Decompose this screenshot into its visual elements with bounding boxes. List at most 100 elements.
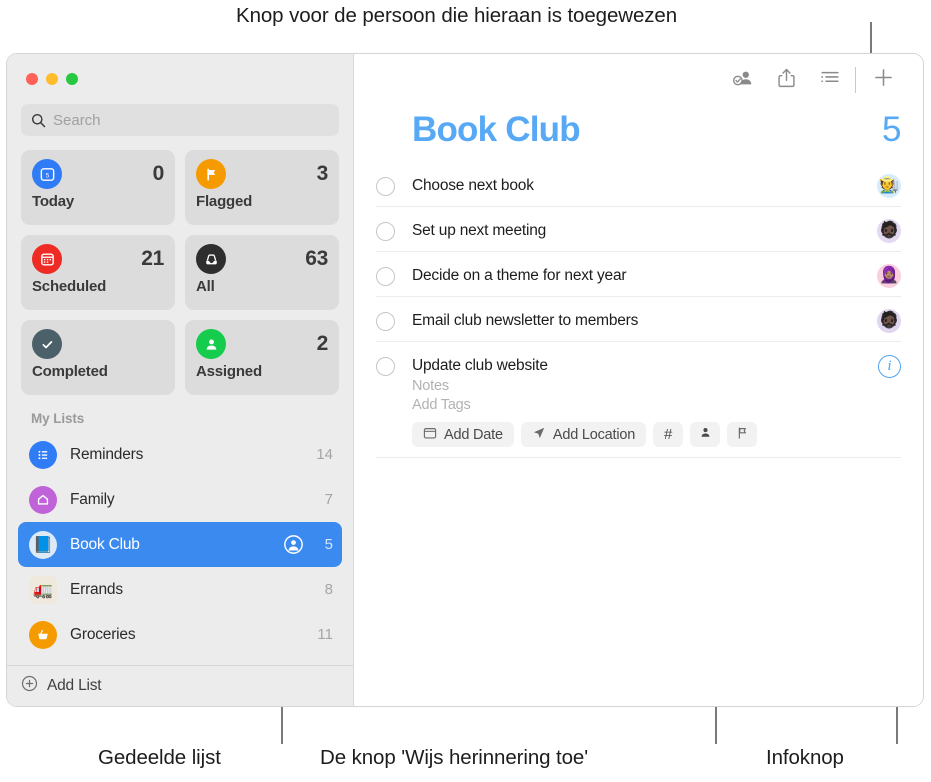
assigned-label: Assigned [196,363,328,380]
book-icon: 📘 [29,531,57,559]
notes-field[interactable]: Notes [412,378,878,394]
list-label: Groceries [70,626,313,644]
info-button[interactable]: i [878,355,901,378]
person-icon [196,329,226,359]
shared-list-icon[interactable] [284,535,303,554]
list-label: Family [70,491,313,509]
tags-field[interactable]: Add Tags [412,397,878,413]
list-header: Book Club 5 [354,106,923,150]
person-check-icon [731,68,754,93]
list-label: Reminders [70,446,313,464]
list-label: Book Club [70,536,284,554]
reminders-window: Search 5 0 Today [6,53,924,707]
plus-icon [873,67,894,93]
reminder-list: Choose next book 🧑‍🌾 Set up next meeting [354,162,923,458]
complete-circle[interactable] [376,357,395,376]
sidebar: Search 5 0 Today [7,54,354,706]
complete-circle[interactable] [376,177,395,196]
search-placeholder: Search [53,112,101,129]
my-lists-header: My Lists [7,399,353,432]
assigned-count: 2 [317,332,328,356]
reminder-title: Choose next book [412,177,877,195]
reminder-title: Decide on a theme for next year [412,267,877,285]
flag-icon [196,159,226,189]
reminder-detail-actions: Add Date Add Location # [412,422,878,447]
avatar[interactable]: 🧕🏽 [877,264,901,288]
sidebar-item-errands[interactable]: 🚛 Errands 8 [18,567,342,612]
sidebar-item-family[interactable]: Family 7 [18,477,342,522]
close-button[interactable] [26,73,38,85]
scheduled-label: Scheduled [32,278,164,295]
reminder-title: Email club newsletter to members [412,312,877,330]
flagged-count: 3 [317,162,328,186]
house-icon [29,486,57,514]
assign-reminder-button[interactable] [690,422,720,447]
truck-glyph: 🚛 [33,580,53,600]
share-button[interactable] [764,63,808,97]
main-panel: Book Club 5 Choose next book 🧑‍🌾 [354,54,923,706]
book-glyph: 📘 [33,535,53,555]
search-field[interactable]: Search [21,104,339,136]
smart-list-flagged[interactable]: 3 Flagged [185,150,339,225]
add-list-label: Add List [47,677,101,695]
page-title: Book Club [412,110,580,150]
add-reminder-button[interactable] [861,63,905,97]
smart-list-assigned[interactable]: 2 Assigned [185,320,339,395]
avatar[interactable]: 🧑‍🌾 [877,174,901,198]
search-icon [31,113,46,128]
reminder-row[interactable]: Set up next meeting 🧔🏿 [376,207,901,252]
reminder-count: 5 [882,110,901,150]
avatar-glyph: 🧕🏽 [879,268,899,284]
reminder-row[interactable]: Email club newsletter to members 🧔🏿 [376,297,901,342]
flag-reminder-button[interactable] [727,422,757,447]
sidebar-item-reminders[interactable]: Reminders 14 [18,432,342,477]
completed-label: Completed [32,363,164,380]
list-options-button[interactable] [808,63,852,97]
reminder-row[interactable]: Decide on a theme for next year 🧕🏽 [376,252,901,297]
today-calendar-icon: 5 [32,159,62,189]
reminder-row[interactable]: Choose next book 🧑‍🌾 [376,162,901,207]
flagged-label: Flagged [196,193,328,210]
complete-circle[interactable] [376,222,395,241]
scheduled-count: 21 [141,247,164,271]
reminder-row-expanded[interactable]: Update club website Notes Add Tags Add D… [376,342,901,458]
assigned-to-me-button[interactable] [720,63,764,97]
avatar[interactable]: 🧔🏿 [877,219,901,243]
list-format-icon [820,69,841,92]
zoom-button[interactable] [66,73,78,85]
list-count: 5 [313,536,333,553]
add-date-button[interactable]: Add Date [412,422,514,447]
add-tag-button[interactable]: # [653,422,683,447]
add-date-label: Add Date [444,427,503,443]
list-count: 11 [313,626,333,643]
screenshot-root: Knop voor de persoon die hieraan is toeg… [0,0,931,782]
smart-list-scheduled[interactable]: 21 Scheduled [21,235,175,310]
add-location-button[interactable]: Add Location [521,422,646,447]
list-bullets-icon [29,441,57,469]
avatar[interactable]: 🧔🏿 [877,309,901,333]
avatar-glyph: 🧔🏿 [879,313,899,329]
today-count: 0 [153,162,164,186]
all-count: 63 [305,247,328,271]
callout-info-button: Infoknop [766,746,844,770]
callout-assigned-person-button: Knop voor de persoon die hieraan is toeg… [236,4,677,28]
complete-circle[interactable] [376,312,395,331]
smart-list-all[interactable]: 63 All [185,235,339,310]
callout-assign-reminder-button: De knop 'Wijs herinnering toe' [320,746,588,770]
flag-outline-icon [736,426,749,444]
user-lists: Reminders 14 Family 7 📘 Book Club [7,432,353,665]
plus-circle-icon [21,675,38,697]
smart-lists-grid: 5 0 Today 3 Flagged [7,136,353,399]
inbox-tray-icon [196,244,226,274]
smart-list-completed[interactable]: Completed [21,320,175,395]
tag-hash-icon: # [664,426,672,443]
today-label: Today [32,193,164,210]
smart-list-today[interactable]: 5 0 Today [21,150,175,225]
minimize-button[interactable] [46,73,58,85]
scheduled-calendar-icon [32,244,62,274]
share-icon [777,67,796,94]
sidebar-item-groceries[interactable]: Groceries 11 [18,612,342,657]
sidebar-item-book-club[interactable]: 📘 Book Club 5 [18,522,342,567]
complete-circle[interactable] [376,267,395,286]
add-list-button[interactable]: Add List [7,665,353,706]
